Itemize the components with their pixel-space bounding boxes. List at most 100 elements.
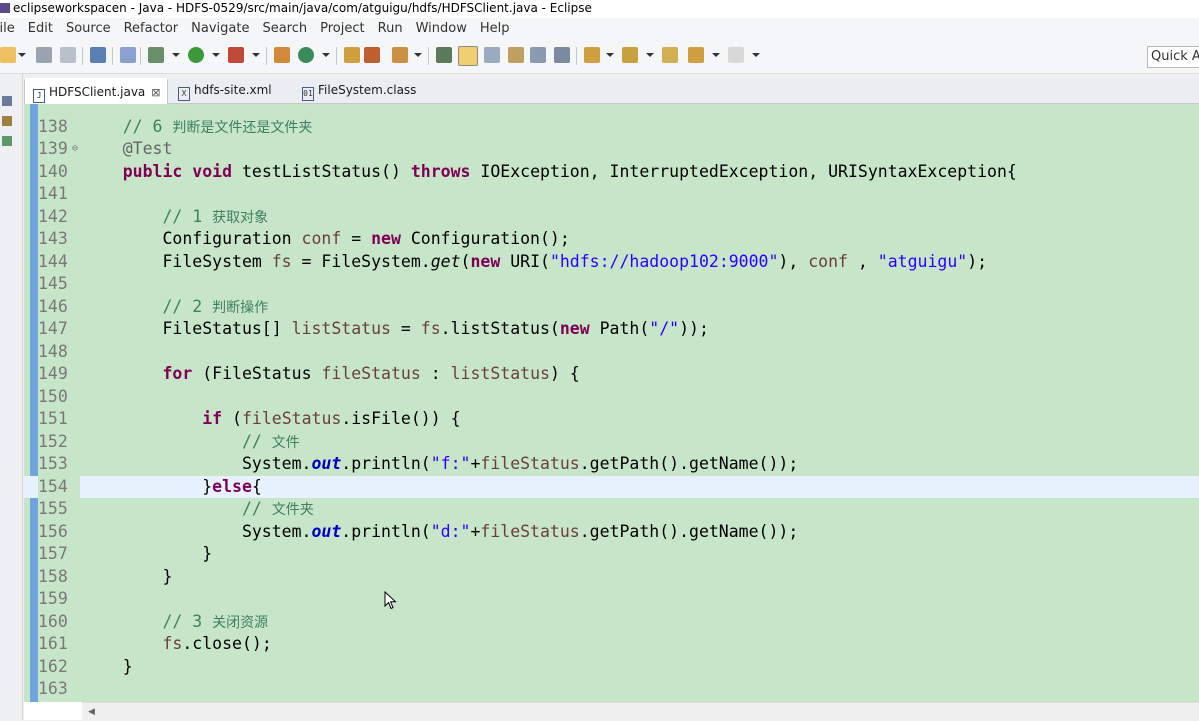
- new-dropdown-arrow[interactable]: [18, 53, 26, 57]
- code-line[interactable]: 153 System.out.println("f:"+fileStatus.g…: [24, 453, 1199, 476]
- code-token: conf: [808, 251, 848, 271]
- forward-dropdown-arrow[interactable]: [752, 53, 760, 57]
- code-line[interactable]: 147 FileStatus[] listStatus = fs.listSta…: [24, 318, 1199, 341]
- previous-edit-icon[interactable]: [622, 47, 638, 63]
- next-edit-icon[interactable]: [584, 47, 600, 63]
- tab-hdfs-site-xml[interactable]: Xhdfs-site.xml: [170, 78, 288, 103]
- show-whitespace-icon[interactable]: [530, 47, 546, 63]
- fold-collapse-icon[interactable]: ⊖: [72, 138, 78, 161]
- code-line[interactable]: 141: [24, 183, 1199, 206]
- external-tools-dropdown-arrow[interactable]: [252, 53, 260, 57]
- menu-help[interactable]: Help: [480, 18, 510, 40]
- tab-hdfsclient-java[interactable]: J HDFSClient.java ⊠: [24, 78, 168, 105]
- back-icon[interactable]: [688, 47, 704, 63]
- run-icon[interactable]: [188, 47, 204, 63]
- debug-icon[interactable]: [148, 47, 164, 63]
- code-line[interactable]: 158 }: [24, 566, 1199, 589]
- new-class-icon[interactable]: [298, 47, 314, 63]
- package-explorer-icon[interactable]: [2, 116, 12, 126]
- toggle-mark-occurrences-icon[interactable]: [458, 46, 478, 66]
- code-token: .println(: [341, 521, 431, 541]
- menu-edit[interactable]: Edit: [28, 18, 53, 40]
- run-dropdown-arrow[interactable]: [212, 53, 220, 57]
- code-line[interactable]: 155 // 文件夹: [24, 498, 1199, 521]
- code-line[interactable]: 145: [24, 273, 1199, 296]
- menu-window[interactable]: Window: [416, 18, 467, 40]
- code-token: 关闭资源: [212, 614, 269, 631]
- code-line[interactable]: 138 // 6 判断是文件还是文件夹: [24, 116, 1199, 139]
- code-line[interactable]: 162 }: [24, 656, 1199, 679]
- open-task-icon[interactable]: [392, 47, 408, 63]
- code-line[interactable]: 146 // 2 判断操作: [24, 296, 1199, 319]
- quick-access-field[interactable]: Quick Ac: [1147, 46, 1199, 68]
- code-line[interactable]: 143 Configuration conf = new Configurati…: [24, 228, 1199, 251]
- code-line[interactable]: 140 public void testListStatus() throws …: [24, 161, 1199, 184]
- code-line[interactable]: 154 }else{: [24, 475, 1199, 498]
- code-line[interactable]: 160 // 3 关闭资源: [24, 611, 1199, 634]
- line-number-cell: 159: [38, 588, 80, 611]
- back-dropdown-arrow[interactable]: [712, 53, 720, 57]
- menu-search[interactable]: Search: [262, 18, 307, 40]
- close-tab-icon[interactable]: ⊠: [151, 80, 160, 105]
- line-number: 156: [38, 521, 68, 541]
- last-edit-location-icon[interactable]: [662, 47, 678, 63]
- code-line[interactable]: 159: [24, 588, 1199, 611]
- menu-source[interactable]: Source: [66, 18, 111, 40]
- type-hierarchy-icon[interactable]: [2, 136, 12, 146]
- line-number-cell: 150: [38, 386, 80, 409]
- scroll-left-icon[interactable]: ◀: [88, 707, 95, 717]
- code-editor[interactable]: 138 // 6 判断是文件还是文件夹 139 ⊖ @Test 140 public …: [24, 104, 1199, 702]
- line-number: 139: [38, 139, 68, 158]
- code-line[interactable]: 157 }: [24, 543, 1199, 566]
- code-line[interactable]: 152 // 文件: [24, 431, 1199, 454]
- code-token: System.: [83, 454, 312, 473]
- toggle-word-wrap-icon[interactable]: [484, 47, 500, 63]
- debug-dropdown-arrow[interactable]: [172, 53, 180, 57]
- new-icon[interactable]: [0, 47, 16, 63]
- forward-icon[interactable]: [728, 47, 744, 63]
- toolbar-separator: [428, 47, 429, 65]
- terminal-icon[interactable]: [90, 47, 106, 63]
- code-line[interactable]: 156 System.out.println("d:"+fileStatus.g…: [24, 521, 1199, 544]
- menu-run[interactable]: Run: [378, 18, 403, 40]
- code-token: "d:": [430, 521, 471, 541]
- code-line[interactable]: 139 ⊖ @Test: [24, 138, 1199, 161]
- previous-edit-dropdown-arrow[interactable]: [646, 53, 654, 57]
- restore-icon[interactable]: [2, 96, 12, 106]
- menu-refactor[interactable]: Refactor: [124, 18, 179, 40]
- code-text: }: [83, 656, 133, 679]
- line-number: 152: [38, 431, 68, 451]
- code-line[interactable]: 144 FileSystem fs = FileSystem.get(new U…: [24, 251, 1199, 274]
- code-line[interactable]: 148: [24, 341, 1199, 364]
- skip-breakpoints-icon[interactable]: [120, 47, 136, 63]
- new-class-dropdown-arrow[interactable]: [322, 53, 330, 57]
- menu-navigate[interactable]: Navigate: [191, 18, 249, 40]
- code-token: }: [83, 544, 213, 563]
- next-edit-dropdown-arrow[interactable]: [606, 53, 614, 57]
- code-line[interactable]: 149 for (FileStatus fileStatus : listSta…: [24, 363, 1199, 386]
- code-token: 文件夹: [271, 502, 314, 518]
- show-paragraph-icon[interactable]: [554, 47, 570, 63]
- save-all-icon[interactable]: [60, 47, 76, 63]
- toolbar: [0, 40, 1199, 74]
- tab-filesystem-class[interactable]: 01 FileSystem.class: [294, 78, 444, 103]
- new-java-project-icon[interactable]: [274, 47, 290, 63]
- code-line[interactable]: 151 if (fileStatus.isFile()) {: [24, 408, 1199, 431]
- horizontal-scrollbar[interactable]: ◀: [82, 702, 1199, 721]
- left-trim-stack: [0, 74, 23, 720]
- open-type-icon[interactable]: [344, 47, 360, 63]
- toggle-block-selection-icon[interactable]: [508, 47, 524, 63]
- search-icon[interactable]: [364, 47, 380, 63]
- code-line[interactable]: 161 fs.close();: [24, 633, 1199, 656]
- save-icon[interactable]: [36, 47, 52, 63]
- menu-file[interactable]: File: [0, 18, 15, 40]
- next-annotation-icon[interactable]: [436, 47, 452, 63]
- code-line[interactable]: 150: [24, 386, 1199, 409]
- menu-project[interactable]: Project: [320, 18, 364, 40]
- open-task-dropdown-arrow[interactable]: [414, 53, 422, 57]
- code-token: //: [241, 431, 272, 451]
- code-line[interactable]: 163: [24, 678, 1199, 701]
- external-tools-icon[interactable]: [228, 47, 244, 63]
- code-line[interactable]: 142 // 1 获取对象: [24, 206, 1199, 229]
